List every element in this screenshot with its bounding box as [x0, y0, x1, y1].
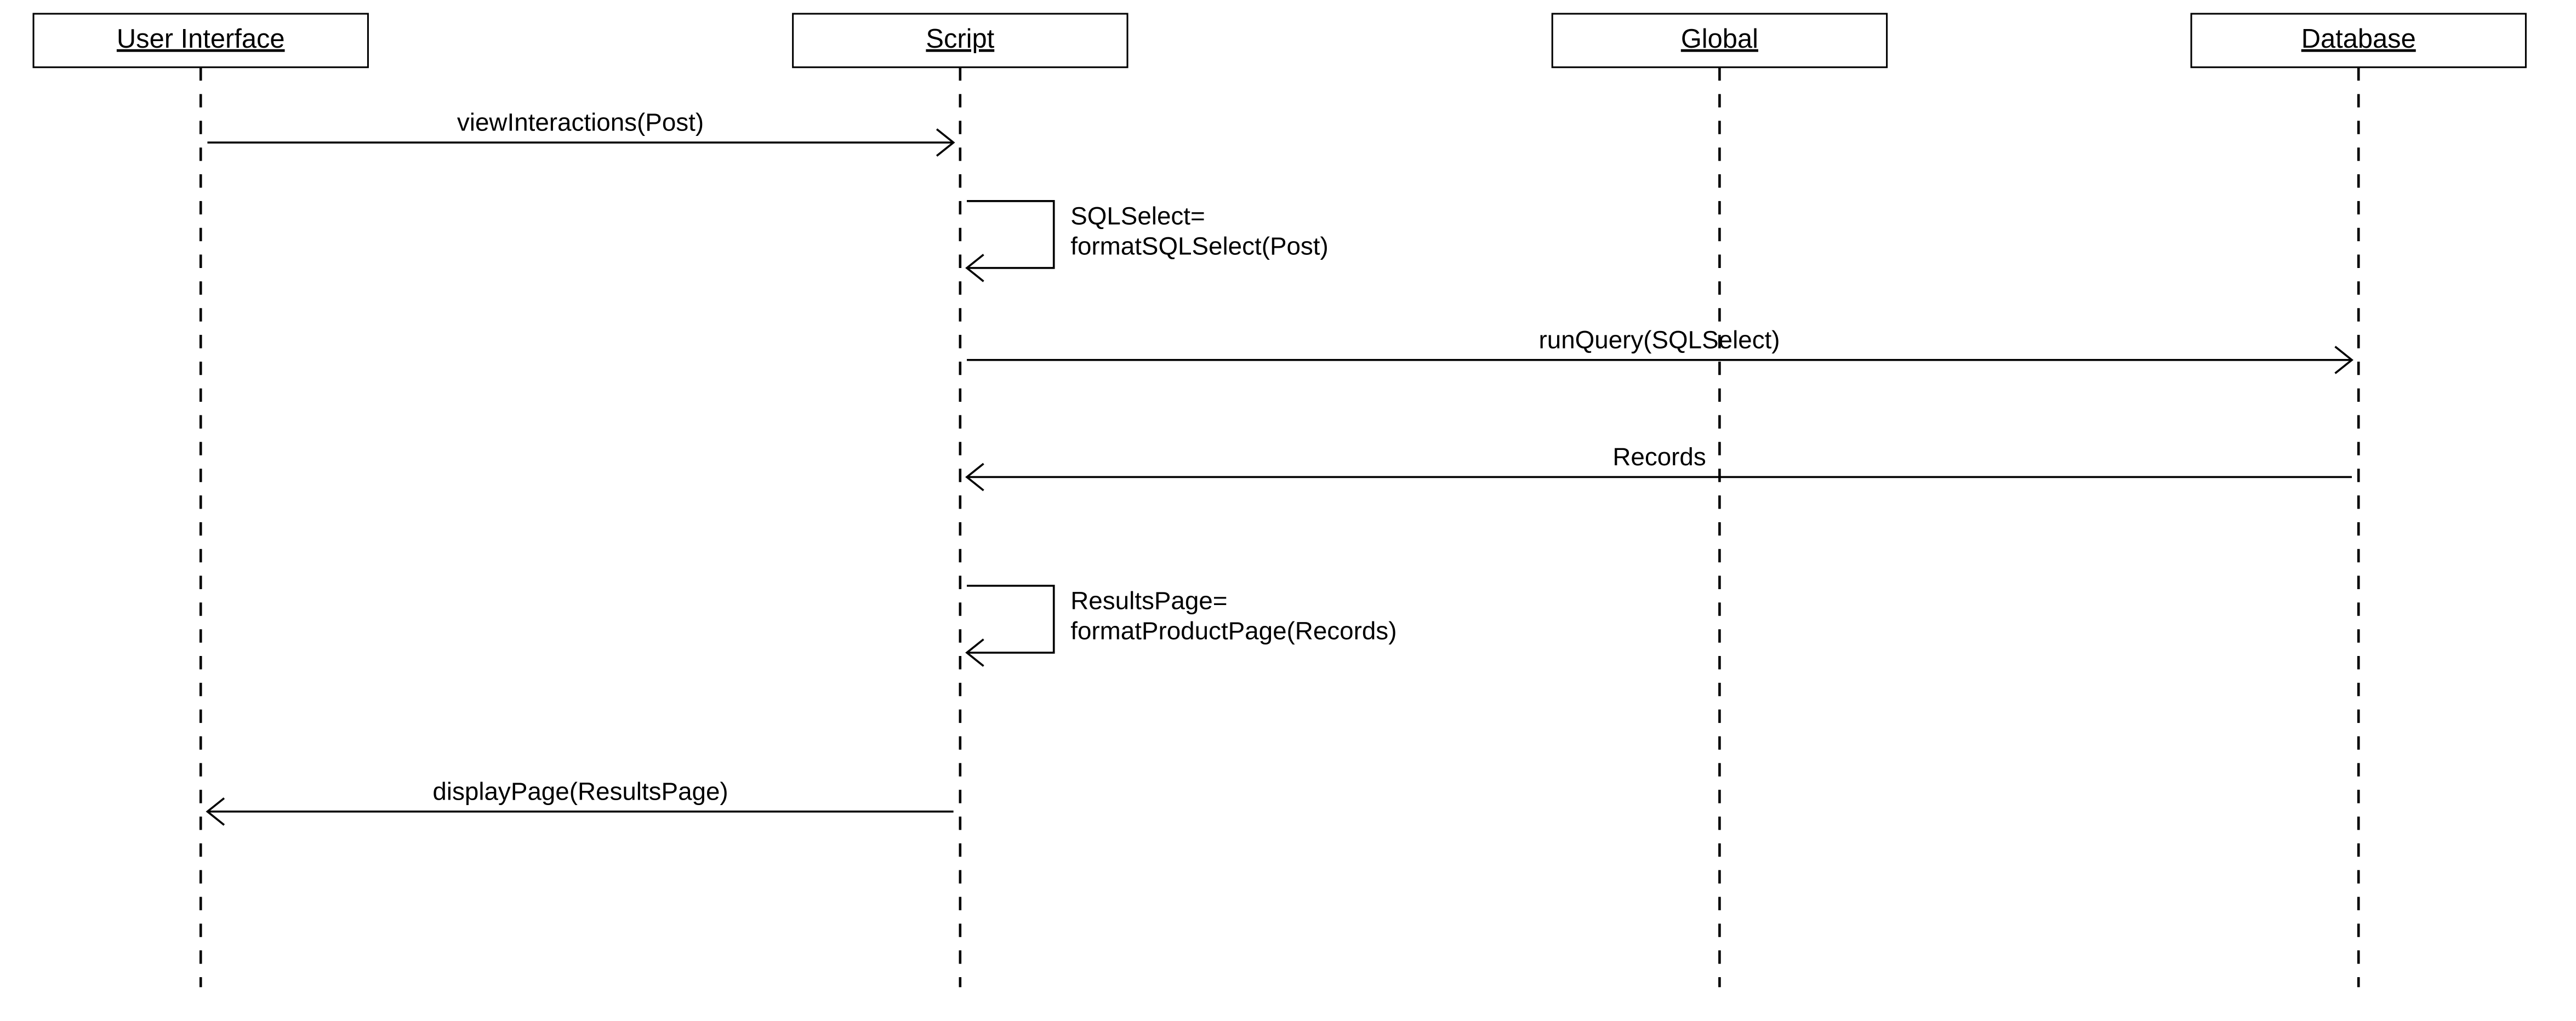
participant-label-global: Global: [1681, 24, 1758, 54]
message-label-results-page-line2: formatProductPage(Records): [1070, 617, 1397, 645]
message-label-view-interactions: viewInteractions(Post): [457, 109, 704, 136]
message-format-sql-select: SQLSelect= formatSQLSelect(Post): [967, 201, 1329, 281]
participant-label-script: Script: [926, 24, 994, 54]
message-view-interactions: viewInteractions(Post): [207, 109, 953, 156]
message-label-records: Records: [1612, 443, 1706, 471]
participant-script: Script: [793, 14, 1127, 987]
message-run-query: runQuery(SQLSelect): [967, 326, 2352, 373]
participant-database: Database: [2191, 14, 2526, 987]
participant-label-database: Database: [2301, 24, 2416, 54]
message-display-page: displayPage(ResultsPage): [207, 777, 953, 825]
participant-user-interface: User Interface: [33, 14, 368, 987]
message-format-product-page: ResultsPage= formatProductPage(Records): [967, 586, 1397, 666]
message-label-display-page: displayPage(ResultsPage): [432, 777, 728, 805]
message-records: Records: [967, 443, 2352, 490]
message-label-results-page-line1: ResultsPage=: [1070, 587, 1227, 615]
message-label-sql-select-line1: SQLSelect=: [1070, 202, 1205, 230]
message-label-run-query: runQuery(SQLSelect): [1539, 326, 1780, 353]
participant-label-user-interface: User Interface: [117, 24, 285, 54]
sequence-diagram: User Interface Script Global Database vi…: [0, 0, 2576, 1021]
message-label-sql-select-line2: formatSQLSelect(Post): [1070, 232, 1329, 260]
participant-global: Global: [1552, 14, 1887, 987]
